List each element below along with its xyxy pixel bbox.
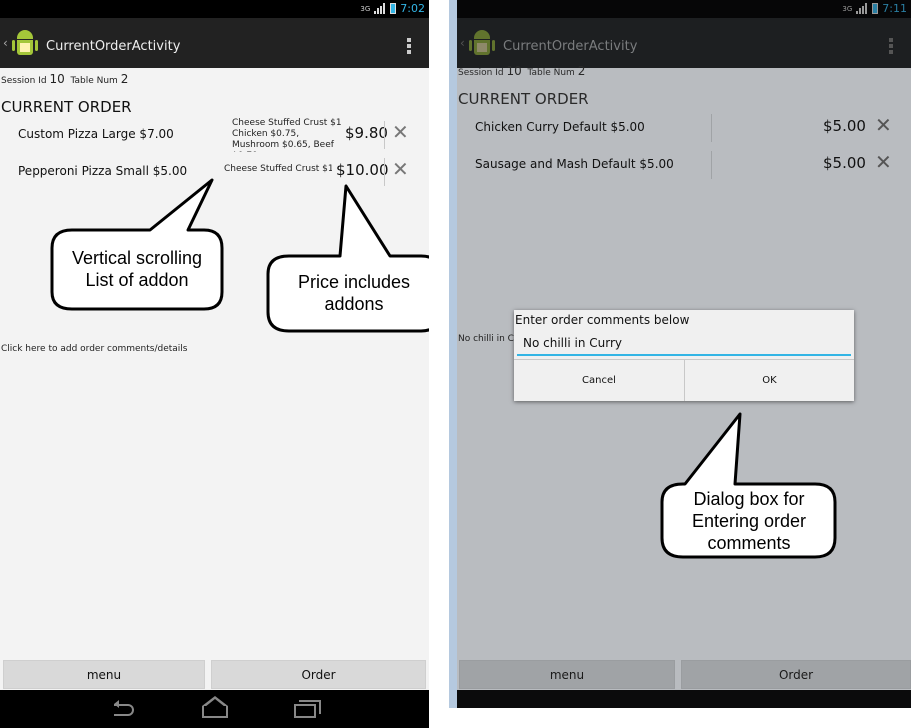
callout-price: Price includes addons — [0, 0, 429, 400]
callout-line: addons — [324, 294, 384, 314]
menu-button[interactable]: menu — [459, 660, 675, 689]
callout-shape — [266, 184, 429, 333]
callout-line: comments — [707, 533, 791, 553]
callout-line: Entering order — [691, 511, 807, 531]
callout-text: Price includes addons — [270, 271, 429, 315]
menu-button[interactable]: menu — [3, 660, 205, 689]
left-screenshot: 3G 7:02 ‹ CurrentOrderActivity Session I… — [0, 0, 429, 728]
back-icon[interactable] — [114, 700, 134, 716]
bottom-button-bar: menu Order — [457, 658, 911, 690]
system-nav-bar — [0, 690, 429, 728]
bottom-button-bar: menu Order — [0, 658, 429, 690]
callout-text: Dialog box for Entering order comments — [663, 488, 835, 554]
system-nav-bar — [457, 690, 911, 708]
order-button[interactable]: Order — [681, 660, 911, 689]
callout-dialog: Dialog box for Entering order comments — [457, 0, 911, 600]
order-button[interactable]: Order — [211, 660, 426, 689]
callout-line: Price includes — [297, 272, 411, 292]
recent-apps-icon[interactable] — [294, 700, 321, 718]
right-screenshot: 3G 7:11 ‹ CurrentOrderActivity Session I… — [449, 0, 911, 708]
callout-line: Dialog box for — [693, 489, 805, 509]
home-icon[interactable] — [202, 696, 228, 718]
